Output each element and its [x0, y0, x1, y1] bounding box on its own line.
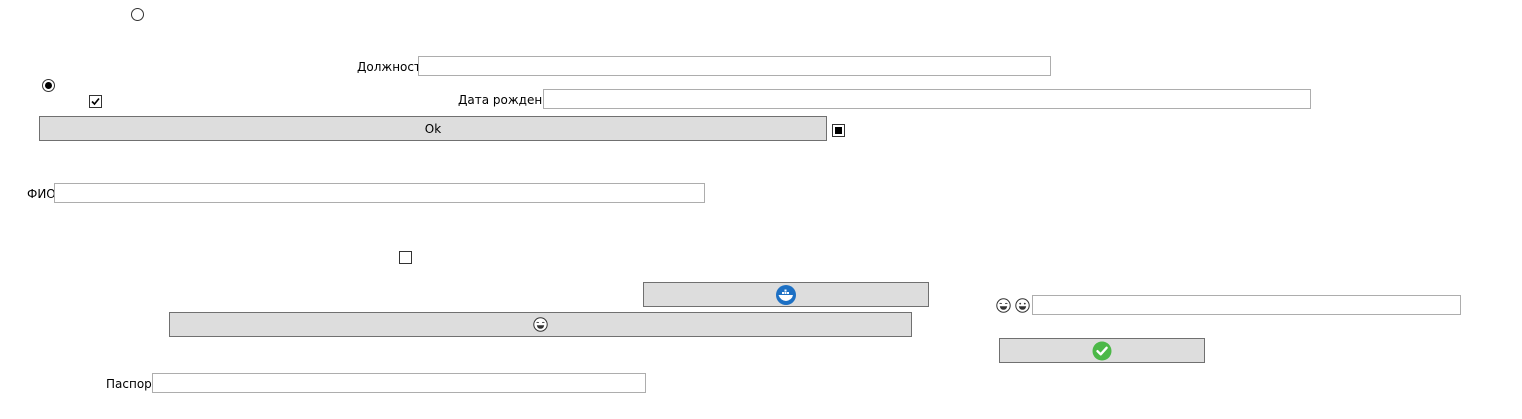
checkbox-empty[interactable] [399, 251, 412, 264]
docker-whale-icon [776, 284, 796, 305]
laughing-face-icon [996, 298, 1011, 313]
passport-label: Паспорт [106, 377, 159, 391]
position-input[interactable] [418, 56, 1051, 76]
confirm-button[interactable] [999, 338, 1205, 363]
grinning-face-icon [1015, 298, 1030, 313]
ok-button[interactable]: Ok [39, 116, 827, 141]
radio-selected[interactable] [42, 79, 55, 92]
checkbox-indeterminate[interactable] [832, 124, 845, 137]
green-check-icon [1092, 341, 1112, 360]
full-name-label: ФИО [27, 187, 56, 201]
passport-input[interactable] [152, 373, 646, 393]
checkbox-fill [835, 127, 842, 134]
radio-dot [45, 82, 52, 89]
checkmark-icon [91, 97, 100, 106]
checkbox-checked[interactable] [89, 95, 102, 108]
emoji-input[interactable] [1032, 295, 1461, 315]
docker-button[interactable] [643, 282, 929, 307]
laughing-face-icon [533, 317, 548, 332]
birth-date-input[interactable] [543, 89, 1311, 109]
radio-top[interactable] [131, 8, 144, 21]
full-name-input[interactable] [54, 183, 705, 203]
emoji-button[interactable] [169, 312, 912, 337]
